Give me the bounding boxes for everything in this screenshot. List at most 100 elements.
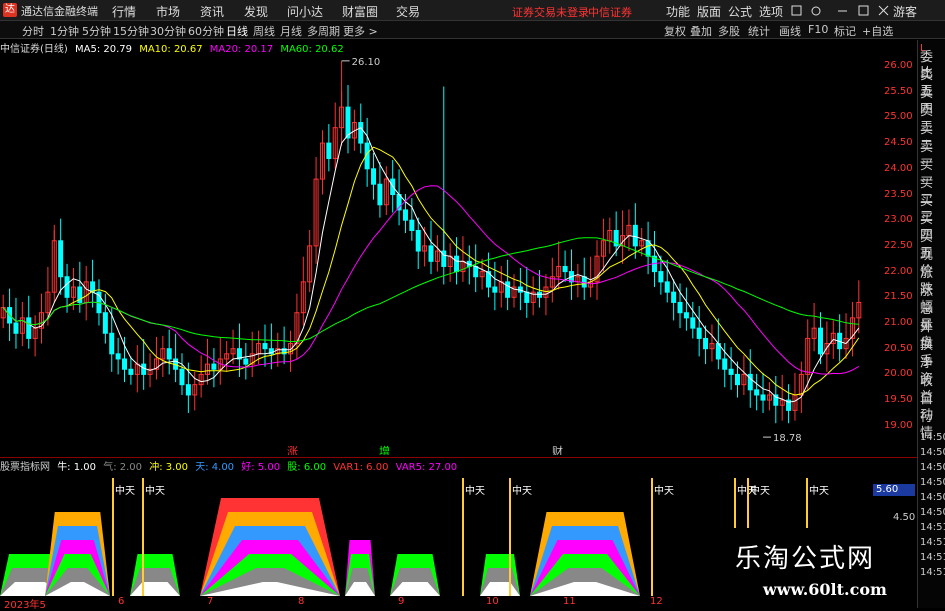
candle — [332, 102, 338, 169]
menu-hangqing[interactable]: 行情 — [112, 3, 136, 20]
menu-xuanxiang[interactable]: 选项 — [759, 3, 783, 20]
price-tick: 25.00 — [884, 111, 913, 123]
ma10-value: MA10: 20.67 — [139, 44, 203, 55]
sidebar-time: 14:50 — [920, 477, 945, 488]
watermark: 乐淘公式网 www.60lt.com — [723, 528, 917, 606]
tab-30min[interactable]: 30分钟 — [150, 23, 186, 39]
candle — [760, 372, 766, 413]
tab-1min[interactable]: 1分钟 — [50, 23, 79, 39]
signal-label: 中天 — [750, 484, 770, 497]
candle — [300, 256, 306, 326]
price-tick: 22.50 — [884, 239, 913, 251]
candle — [39, 293, 45, 344]
menu-banmian[interactable]: 版面 — [697, 3, 721, 20]
menu-shichang[interactable]: 市场 — [156, 3, 180, 20]
candle — [319, 130, 325, 195]
candle — [26, 295, 32, 349]
candle — [607, 217, 613, 254]
sidebar-time: 14:50 — [920, 432, 945, 443]
candle — [805, 319, 811, 390]
event-marker[interactable]: 财 — [552, 444, 563, 455]
menu-wenxiaoda[interactable]: 问小达 — [287, 3, 323, 20]
candle — [90, 259, 96, 308]
price-tick: 23.50 — [884, 188, 913, 200]
indicator-value-2: 4.50 — [893, 512, 916, 523]
menu-gongneng[interactable]: 功能 — [666, 3, 690, 20]
sidebar-time: 14:51 — [920, 537, 945, 548]
btn-huaxian[interactable]: 画线 — [779, 23, 801, 39]
candle — [198, 355, 204, 398]
tab-multi-period[interactable]: 多周期 — [307, 23, 340, 39]
low-label: 18.78 — [773, 433, 802, 444]
price-tick: 26.00 — [884, 60, 913, 71]
tab-15min[interactable]: 15分钟 — [113, 23, 149, 39]
btn-fuquan[interactable]: 复权 — [664, 23, 686, 39]
candle — [115, 337, 121, 375]
high-label: 26.10 — [352, 57, 381, 68]
price-tick: 19.50 — [884, 394, 913, 406]
date-tick: 8 — [298, 596, 305, 607]
candle — [671, 279, 677, 321]
price-tick: 21.50 — [884, 291, 913, 303]
login-status[interactable]: 证券交易未登录 — [512, 4, 589, 20]
candle — [798, 361, 804, 413]
stock-name[interactable]: 中信证券(日线) — [0, 44, 68, 55]
date-tick: 10 — [486, 596, 499, 607]
broker-name[interactable]: 中信证券 — [588, 4, 632, 20]
candle — [307, 229, 313, 293]
candle — [703, 325, 709, 365]
signal-label: 中天 — [115, 484, 135, 497]
indicator-header: 股票指标网 牛: 1.00 气: 2.00 冲: 3.00 天: 4.00 好:… — [0, 457, 917, 473]
candle — [102, 293, 108, 344]
btn-diejia[interactable]: 叠加 — [690, 23, 712, 39]
candle — [77, 261, 83, 313]
candle — [377, 162, 383, 218]
candle — [645, 221, 651, 275]
maximize-icon — [858, 5, 869, 16]
tab-more[interactable]: 更多 > — [343, 23, 378, 39]
candle — [856, 280, 862, 334]
candle — [211, 348, 217, 388]
price-tick: 19.00 — [884, 419, 913, 431]
candle — [683, 287, 689, 331]
menu-jiaoyi[interactable]: 交易 — [396, 3, 420, 20]
watermark-title: 乐淘公式网 — [735, 544, 876, 574]
btn-add-watchlist[interactable]: +自选 — [862, 23, 893, 39]
candle — [728, 347, 734, 390]
btn-biaoji[interactable]: 标记 — [834, 23, 856, 39]
menu-faxian[interactable]: 发现 — [244, 3, 268, 20]
sidebar-time: 14:50 — [920, 447, 945, 458]
candlestick-chart[interactable]: 26.10 18.78 涨 增 财 — [0, 55, 862, 455]
signal-label: 中天 — [809, 484, 829, 497]
ma-legend: 中信证券(日线) MA5: 20.79 MA10: 20.67 MA20: 20… — [0, 40, 348, 55]
watermark-url: www.60lt.com — [763, 580, 887, 599]
candle — [249, 331, 255, 377]
candle — [549, 257, 555, 303]
sidebar-time: 14:50 — [920, 492, 945, 503]
btn-duogu[interactable]: 多股 — [718, 23, 740, 39]
candle — [849, 301, 855, 357]
event-marker[interactable]: 增 — [379, 444, 390, 455]
menu-zixun[interactable]: 资讯 — [200, 3, 224, 20]
candle — [626, 209, 632, 252]
tab-weekly[interactable]: 周线 — [253, 23, 275, 39]
tab-60min[interactable]: 60分钟 — [188, 23, 224, 39]
btn-tongji[interactable]: 统计 — [748, 23, 770, 39]
candle — [600, 218, 606, 272]
signal-label: 中天 — [512, 484, 532, 497]
event-marker[interactable]: 涨 — [287, 445, 298, 455]
menu-gongshi[interactable]: 公式 — [728, 3, 752, 20]
candle — [313, 156, 319, 264]
tab-5min[interactable]: 5分钟 — [82, 23, 111, 39]
candle — [588, 256, 594, 298]
candle — [766, 382, 772, 411]
candle — [141, 338, 147, 390]
tab-daily[interactable]: 日线 — [226, 23, 248, 39]
tab-monthly[interactable]: 月线 — [280, 23, 302, 39]
sidebar-time: 14:50 — [920, 507, 945, 518]
tab-fenshi[interactable]: 分时 — [22, 23, 44, 39]
candle — [428, 220, 434, 275]
menu-caifuquan[interactable]: 财富圈 — [342, 3, 378, 20]
price-tick: 21.00 — [884, 317, 913, 328]
btn-f10[interactable]: F10 — [808, 23, 828, 36]
